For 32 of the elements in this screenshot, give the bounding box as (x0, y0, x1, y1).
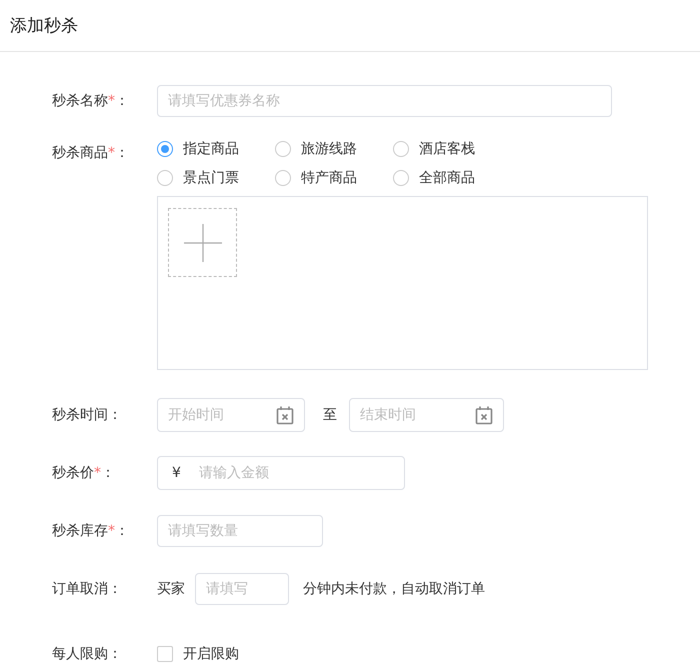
radio-option[interactable]: 全部商品 (393, 167, 475, 189)
price-input[interactable]: 请输入金额 (198, 465, 379, 481)
radio-option[interactable]: 指定商品 (157, 138, 239, 160)
end-time-input[interactable]: 结束时间 (360, 407, 460, 423)
end-time-field[interactable]: 结束时间 (349, 398, 504, 432)
field-label: 秒杀商品*： (52, 145, 129, 161)
price-field[interactable]: ¥ 请输入金额 (157, 456, 405, 490)
field-label: 每人限购： (52, 646, 122, 662)
limit-checkbox[interactable]: 开启限购 (157, 643, 239, 665)
radio-option[interactable]: 特产商品 (275, 167, 357, 189)
currency-symbol: ¥ (172, 465, 181, 481)
stock-field[interactable]: 请填写数量 (157, 515, 323, 547)
field-label: 秒杀名称*： (52, 93, 129, 109)
radio-option[interactable]: 景点门票 (157, 167, 239, 189)
radio-option[interactable]: 旅游线路 (275, 138, 357, 160)
radio-option[interactable]: 酒店客栈 (393, 138, 475, 160)
field-label: 秒杀时间： (52, 407, 122, 423)
field-label: 秒杀价*： (52, 465, 115, 481)
start-time-input[interactable]: 开始时间 (168, 407, 268, 423)
range-separator: 至 (323, 406, 337, 424)
field-text: 分钟内未付款，自动取消订单 (303, 580, 485, 598)
minutes-field[interactable]: 请填写 (195, 573, 289, 605)
field-label: 秒杀库存*： (52, 523, 129, 539)
name-field[interactable]: 请填写优惠券名称 (157, 85, 612, 117)
start-time-field[interactable]: 开始时间 (157, 398, 305, 432)
calendar-icon[interactable] (276, 406, 294, 424)
plus-icon (184, 224, 222, 262)
page-title: 添加秒杀 (10, 15, 78, 37)
field-text: 买家 (157, 580, 185, 598)
field-label: 订单取消： (52, 581, 122, 597)
add-image-button[interactable] (168, 208, 237, 277)
calendar-icon[interactable] (475, 406, 493, 424)
